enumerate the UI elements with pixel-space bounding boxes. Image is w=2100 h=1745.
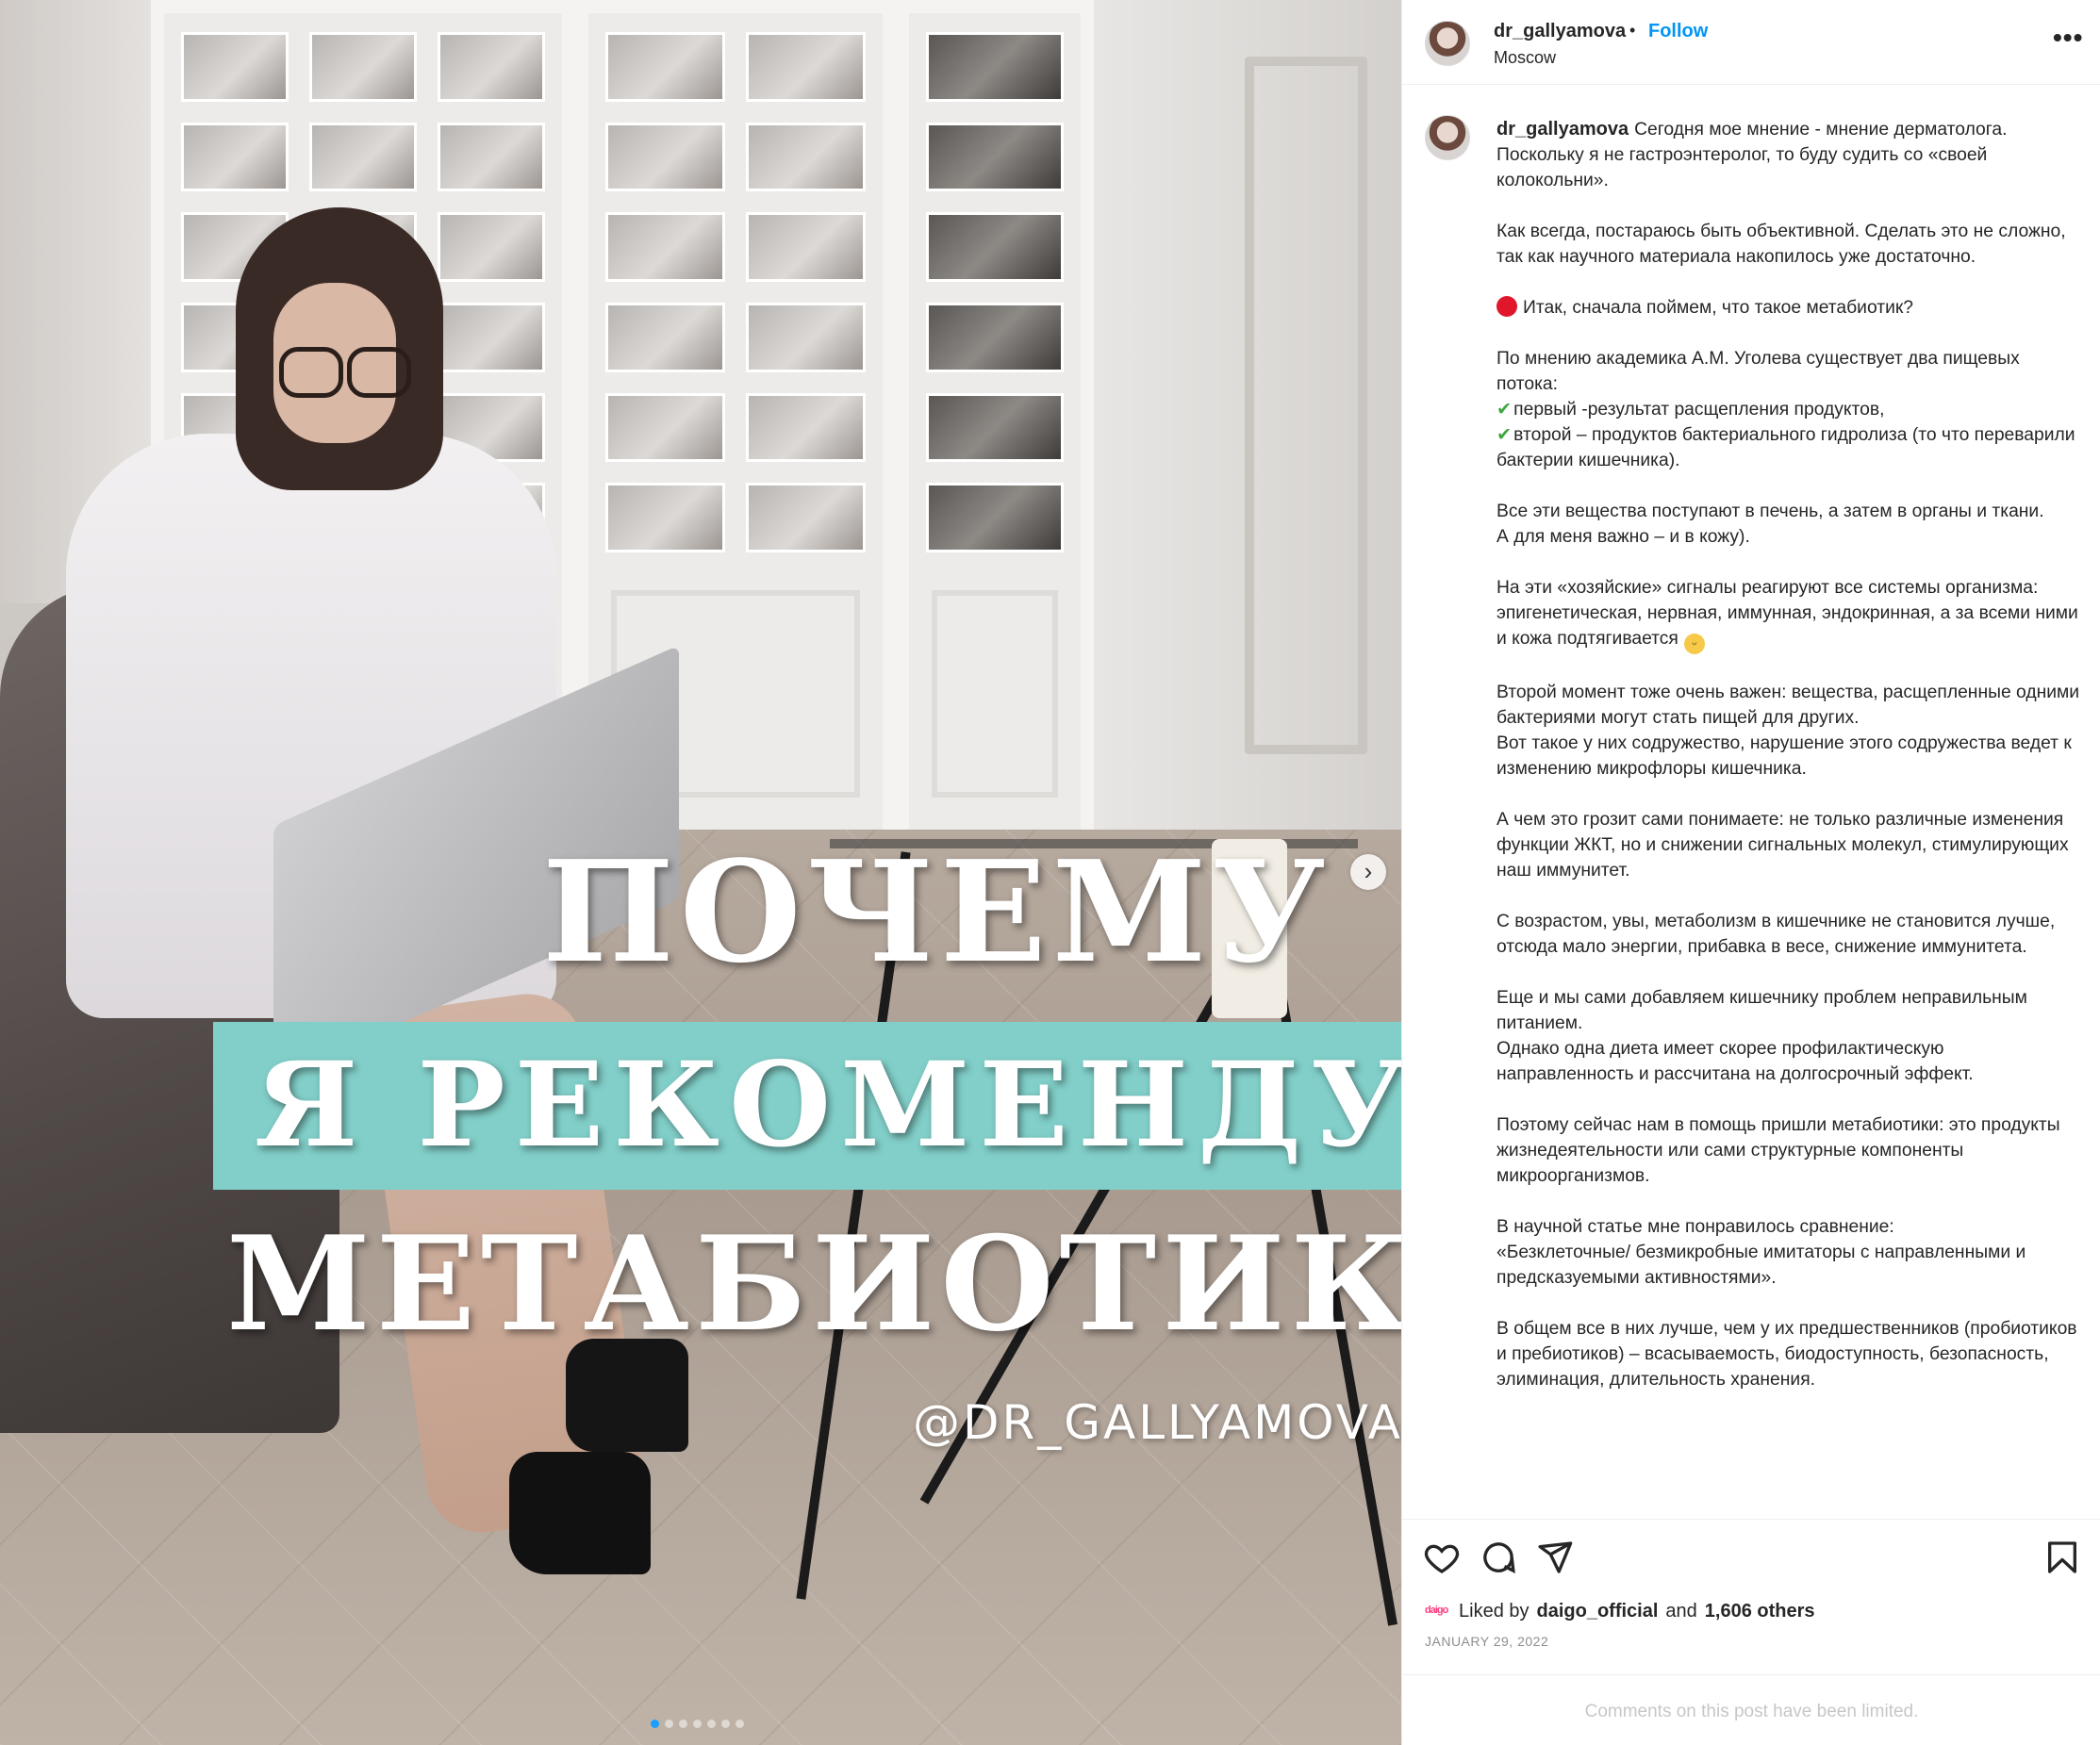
caption-paragraph: По мнению академика А.М. Уголева существ… xyxy=(1496,349,2075,470)
caption-paragraph: С возрастом, увы, метаболизм в кишечнике… xyxy=(1496,912,2056,957)
overlay-handle: @DR_GALLYAMOVA xyxy=(913,1395,1401,1450)
post-sidebar: dr_gallyamova • Follow Moscow ••• dr_gal… xyxy=(1401,0,2100,1745)
caption-text: dr_gallyamova Сегодня мое мнение - мнение… xyxy=(1496,117,2081,1418)
red-circle-icon xyxy=(1496,296,1517,317)
carousel-dot xyxy=(693,1720,702,1728)
wall-molding xyxy=(1245,57,1367,754)
overlay-title-line-2: Я РЕКОМЕНДУЮ xyxy=(255,1037,1401,1174)
carousel-dots xyxy=(651,1720,744,1728)
comments-limited-notice: Comments on this post have been limited. xyxy=(1584,1702,1919,1721)
more-options-icon[interactable]: ••• xyxy=(2053,23,2083,53)
likes-count-link[interactable]: 1,606 others xyxy=(1705,1601,1815,1622)
comments-section: Comments on this post have been limited. xyxy=(1402,1674,2100,1745)
carousel-dot xyxy=(665,1720,673,1728)
overlay-title-line-1: ПОЧЕМУ xyxy=(542,830,1331,994)
header-separator: • xyxy=(1629,21,1636,40)
bookmark-icon[interactable] xyxy=(2043,1539,2081,1576)
avatar[interactable] xyxy=(1425,21,1470,66)
post-date[interactable]: JANUARY 29, 2022 xyxy=(1425,1634,1548,1649)
caption-paragraph: В общем все в них лучше, чем у их предше… xyxy=(1496,1319,2077,1390)
caption-username[interactable]: dr_gallyamova xyxy=(1496,119,1629,140)
caption-paragraph: Итак, сначала поймем, что такое метабиот… xyxy=(1496,295,2081,321)
caption-avatar[interactable] xyxy=(1425,115,1470,160)
liker-avatar: daigo xyxy=(1425,1604,1448,1616)
caption-paragraph: На эти «хозяйские» сигналы реагируют все… xyxy=(1496,575,2081,654)
liker-username[interactable]: daigo_official xyxy=(1537,1601,1659,1622)
grinning-face-icon: ᵕ xyxy=(1683,634,1705,654)
carousel-dot xyxy=(651,1720,659,1728)
comment-icon[interactable] xyxy=(1480,1539,1517,1576)
french-door-right xyxy=(896,0,1094,848)
carousel-dot xyxy=(707,1720,716,1728)
caption-paragraph: Как всегда, постараюсь быть объективной.… xyxy=(1496,222,2066,267)
location-link[interactable]: Moscow xyxy=(1494,48,1556,68)
paper-plane-icon[interactable] xyxy=(1536,1539,1574,1576)
caption-paragraph: В научной статье мне понравилось сравнен… xyxy=(1496,1217,2026,1288)
caption-paragraph: А чем это грозит сами понимаете: не толь… xyxy=(1496,810,2069,881)
likes-summary[interactable]: daigo Liked by daigo_official and 1,606 … xyxy=(1425,1601,1815,1622)
caption-paragraph: dr_gallyamova Сегодня мое мнение - мнение… xyxy=(1496,119,2008,190)
post-header: dr_gallyamova • Follow Moscow ••• xyxy=(1402,0,2100,85)
heart-icon[interactable] xyxy=(1423,1539,1461,1576)
caption-paragraph: Поэтому сейчас нам в помощь пришли метаб… xyxy=(1496,1115,2060,1186)
carousel-dot xyxy=(721,1720,730,1728)
post-media[interactable]: ПОЧЕМУ Я РЕКОМЕНДУЮ МЕТАБИОТИК? @DR_GALL… xyxy=(0,0,1401,1745)
glasses xyxy=(279,347,411,398)
caption-paragraph: Второй момент тоже очень важен: вещества… xyxy=(1496,683,2080,779)
overlay-title-line-3: МЕТАБИОТИК? xyxy=(226,1207,1401,1360)
caption-paragraph: Еще и мы сами добавляем кишечнику пробле… xyxy=(1496,988,2027,1084)
check-mark-icon: ✔ xyxy=(1496,400,1513,420)
check-mark-icon: ✔ xyxy=(1496,425,1513,445)
caption-paragraph: Все эти вещества поступают в печень, а з… xyxy=(1496,502,2044,547)
header-username[interactable]: dr_gallyamova xyxy=(1494,21,1626,42)
carousel-next-button[interactable]: › xyxy=(1350,854,1386,890)
caption-scroll-area[interactable]: dr_gallyamova Сегодня мое мнение - мнение… xyxy=(1402,85,2100,1520)
shoe xyxy=(509,1452,651,1574)
follow-button[interactable]: Follow xyxy=(1648,21,1708,42)
carousel-dot xyxy=(679,1720,687,1728)
action-bar xyxy=(1402,1520,2100,1595)
carousel-dot xyxy=(736,1720,744,1728)
